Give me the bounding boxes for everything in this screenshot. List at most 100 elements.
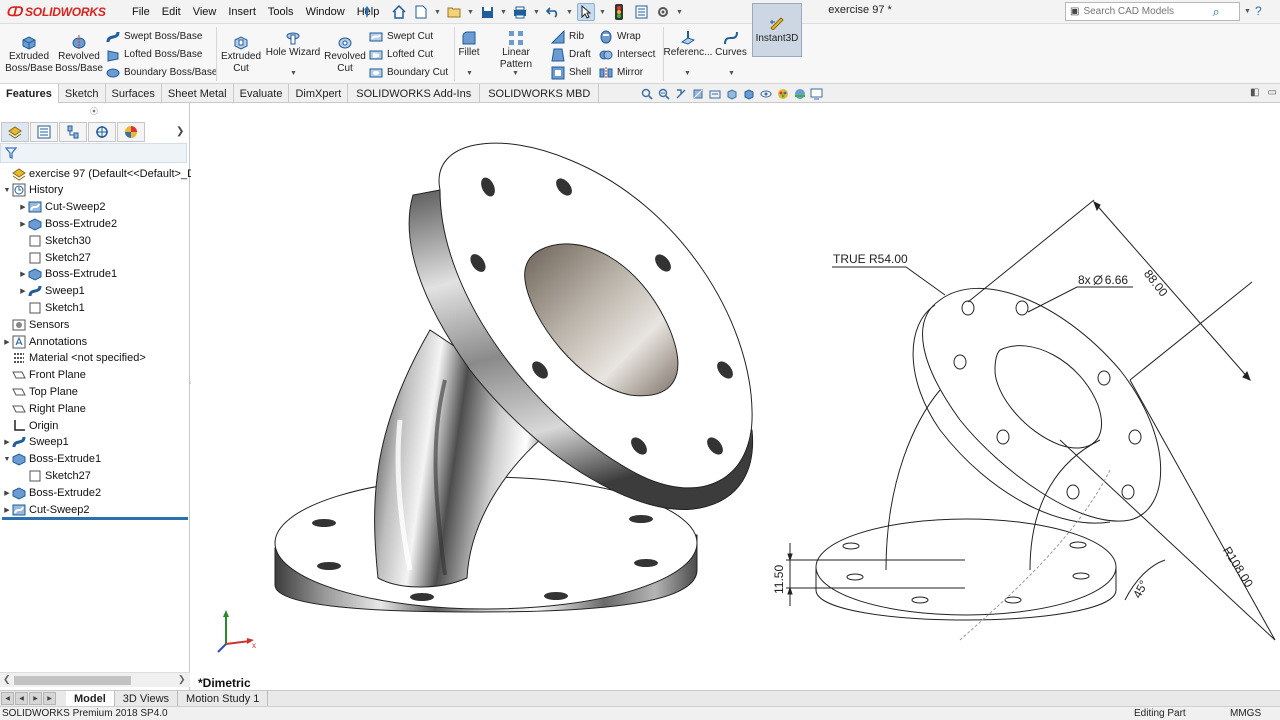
rib-button[interactable]: Rib bbox=[551, 28, 584, 45]
lofted-cut-button[interactable]: Lofted Cut bbox=[369, 46, 433, 63]
print-dropdown-icon[interactable]: ▼ bbox=[533, 3, 540, 21]
curves-button[interactable]: Curves bbox=[714, 30, 748, 59]
solidworks-logo[interactable]: ↀ SOLIDWORKS bbox=[6, 3, 106, 21]
tree-item[interactable]: Right Plane bbox=[2, 400, 86, 417]
draft-button[interactable]: Draft bbox=[551, 46, 591, 63]
menu-file[interactable]: File bbox=[126, 6, 156, 18]
extruded-cut-button[interactable]: Extruded Cut bbox=[220, 34, 262, 75]
hole-wizard-dropdown-icon[interactable]: ▼ bbox=[290, 70, 297, 77]
units-status[interactable]: MMGS bbox=[1230, 708, 1261, 719]
fillet-dropdown-icon[interactable]: ▼ bbox=[466, 70, 473, 77]
tab-features[interactable]: Features bbox=[0, 84, 59, 103]
tree-item[interactable]: ▶ Sweep1 bbox=[2, 434, 68, 451]
manager-tabs-scroll-icon[interactable]: ❯ bbox=[176, 126, 184, 137]
prev-tab-icon[interactable]: ◀ bbox=[15, 692, 28, 705]
extruded-boss-button[interactable]: Extruded Boss/Base bbox=[5, 34, 53, 75]
menu-insert[interactable]: Insert bbox=[222, 6, 262, 18]
undo-icon[interactable] bbox=[544, 3, 562, 21]
expand-arrow-icon[interactable]: ▶ bbox=[18, 220, 28, 228]
tab-dimxpert[interactable]: DimXpert bbox=[289, 84, 349, 103]
expand-arrow-icon[interactable]: ▶ bbox=[2, 338, 12, 346]
tab-solidworks-add-ins[interactable]: SOLIDWORKS Add-Ins bbox=[348, 84, 481, 103]
scroll-left-icon[interactable]: ❮ bbox=[3, 674, 11, 685]
tab-sketch[interactable]: Sketch bbox=[59, 84, 106, 103]
view-orientation-icon[interactable] bbox=[725, 88, 738, 101]
revolved-boss-button[interactable]: Revolved Boss/Base bbox=[55, 34, 103, 75]
tree-item[interactable]: Top Plane bbox=[2, 383, 78, 400]
tree-item[interactable]: Front Plane bbox=[2, 367, 86, 384]
expand-arrow-icon[interactable]: ▶ bbox=[18, 203, 28, 211]
options-dropdown-icon[interactable]: ▼ bbox=[676, 3, 683, 21]
previous-view-icon[interactable] bbox=[674, 88, 687, 101]
tree-item[interactable]: ▶ Boss-Extrude1 bbox=[18, 266, 117, 283]
boundary-boss-button[interactable]: Boundary Boss/Base bbox=[106, 64, 217, 81]
edit-appearance-icon[interactable] bbox=[776, 88, 789, 101]
swept-boss-button[interactable]: Swept Boss/Base bbox=[106, 28, 202, 45]
lofted-boss-button[interactable]: Lofted Boss/Base bbox=[106, 46, 202, 63]
search-dropdown-icon[interactable]: ▼ bbox=[1244, 8, 1251, 20]
reference-geometry-button[interactable]: Referenc... bbox=[664, 30, 712, 59]
wrap-button[interactable]: Wrap bbox=[599, 28, 641, 45]
maximize-window-icon[interactable]: ▭ bbox=[1267, 87, 1276, 101]
next-tab-icon[interactable]: ▶ bbox=[29, 692, 42, 705]
display-style-icon[interactable] bbox=[742, 88, 755, 101]
tab-motion-study[interactable]: Motion Study 1 bbox=[178, 690, 269, 707]
section-view-icon[interactable] bbox=[691, 88, 704, 101]
panel-grip-icon[interactable]: ⦿ bbox=[90, 106, 98, 117]
collapse-arrow-icon[interactable]: ▼ bbox=[2, 187, 12, 194]
tree-filter[interactable] bbox=[0, 143, 187, 163]
scroll-thumb[interactable] bbox=[14, 676, 131, 685]
dynamic-annotation-icon[interactable] bbox=[708, 88, 721, 101]
tree-item[interactable]: Sensors bbox=[2, 316, 69, 333]
menu-window[interactable]: Window bbox=[300, 6, 351, 18]
scroll-right-icon[interactable]: ❯ bbox=[178, 674, 186, 685]
last-tab-icon[interactable]: ▶ bbox=[43, 692, 56, 705]
tree-item[interactable]: Origin bbox=[2, 417, 58, 434]
tree-item[interactable]: ▶ Boss-Extrude2 bbox=[2, 484, 101, 501]
restore-window-icon[interactable]: ◧ bbox=[1250, 87, 1259, 101]
search-input[interactable] bbox=[1083, 6, 1209, 17]
select-arrow-icon[interactable] bbox=[577, 3, 595, 21]
expand-arrow-icon[interactable]: ▶ bbox=[18, 270, 28, 278]
expand-arrow-icon[interactable]: ▶ bbox=[2, 438, 12, 446]
tree-item[interactable]: ▶ Annotations bbox=[2, 333, 87, 350]
reference-dropdown-icon[interactable]: ▼ bbox=[684, 70, 691, 77]
apply-scene-icon[interactable] bbox=[793, 88, 806, 101]
tab-surfaces[interactable]: Surfaces bbox=[106, 84, 162, 103]
tree-item[interactable]: ▶ Cut-Sweep2 bbox=[2, 501, 89, 518]
zoom-area-icon[interactable] bbox=[657, 88, 670, 101]
menu-view[interactable]: View bbox=[187, 6, 223, 18]
home-icon[interactable] bbox=[390, 3, 408, 21]
boundary-cut-button[interactable]: Boundary Cut bbox=[369, 64, 448, 81]
file-properties-icon[interactable] bbox=[632, 3, 650, 21]
help-icon[interactable]: ? bbox=[1255, 4, 1262, 20]
tab-solidworks-mbd[interactable]: SOLIDWORKS MBD bbox=[480, 84, 600, 103]
tree-item[interactable]: Sketch27 bbox=[18, 249, 91, 266]
tab-3d-views[interactable]: 3D Views bbox=[115, 690, 179, 707]
pin-icon[interactable] bbox=[362, 5, 372, 19]
tree-horizontal-scrollbar[interactable]: ❮ ❯ bbox=[0, 672, 190, 687]
tree-item[interactable]: ▶ Sweep1 bbox=[18, 283, 84, 300]
undo-dropdown-icon[interactable]: ▼ bbox=[566, 3, 573, 21]
swept-cut-button[interactable]: Swept Cut bbox=[369, 28, 433, 45]
tree-item[interactable]: ▼ History bbox=[2, 182, 63, 199]
linear-pattern-dropdown-icon[interactable]: ▼ bbox=[512, 70, 519, 77]
revolved-cut-button[interactable]: Revolved Cut bbox=[324, 34, 366, 75]
rollback-bar[interactable] bbox=[2, 517, 188, 520]
expand-arrow-icon[interactable]: ▶ bbox=[2, 506, 12, 514]
hole-wizard-button[interactable]: Hole Wizard bbox=[264, 30, 322, 59]
expand-arrow-icon[interactable]: ▶ bbox=[2, 489, 12, 497]
linear-pattern-button[interactable]: Linear Pattern bbox=[485, 30, 547, 71]
tree-item[interactable]: Sketch1 bbox=[18, 299, 85, 316]
curves-dropdown-icon[interactable]: ▼ bbox=[728, 70, 735, 77]
tab-sheet-metal[interactable]: Sheet Metal bbox=[162, 84, 234, 103]
fillet-button[interactable]: Fillet bbox=[457, 30, 481, 59]
tab-evaluate[interactable]: Evaluate bbox=[234, 84, 290, 103]
feature-manager-tab-icon[interactable] bbox=[1, 122, 29, 142]
graphics-area[interactable] bbox=[191, 103, 1280, 690]
menu-edit[interactable]: Edit bbox=[156, 6, 187, 18]
options-gear-icon[interactable] bbox=[654, 3, 672, 21]
tree-item[interactable]: ▶ Cut-Sweep2 bbox=[18, 199, 105, 216]
property-manager-tab-icon[interactable] bbox=[30, 122, 58, 142]
open-folder-icon[interactable] bbox=[445, 3, 463, 21]
